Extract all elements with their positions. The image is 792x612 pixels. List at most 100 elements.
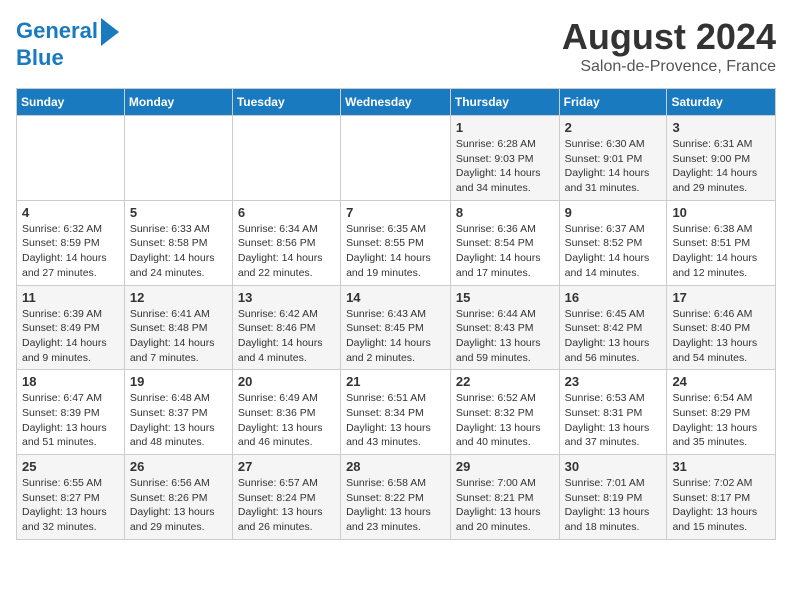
logo-text-line2: Blue bbox=[16, 46, 64, 70]
calendar-cell: 11 Sunrise: 6:39 AM Sunset: 8:49 PM Dayli… bbox=[17, 285, 125, 370]
weekday-header-row: SundayMondayTuesdayWednesdayThursdayFrid… bbox=[17, 89, 776, 116]
day-info: Sunrise: 6:37 AM Sunset: 8:52 PM Dayligh… bbox=[565, 222, 662, 281]
day-info: Sunrise: 6:51 AM Sunset: 8:34 PM Dayligh… bbox=[346, 391, 445, 450]
day-info: Sunrise: 6:31 AM Sunset: 9:00 PM Dayligh… bbox=[672, 137, 770, 196]
day-number: 9 bbox=[565, 205, 662, 220]
calendar-week-2: 11 Sunrise: 6:39 AM Sunset: 8:49 PM Dayli… bbox=[17, 285, 776, 370]
day-info: Sunrise: 6:56 AM Sunset: 8:26 PM Dayligh… bbox=[130, 476, 227, 535]
calendar-cell: 27Sunrise: 6:57 AM Sunset: 8:24 PM Dayli… bbox=[232, 455, 340, 540]
weekday-header-monday: Monday bbox=[124, 89, 232, 116]
calendar-cell: 8Sunrise: 6:36 AM Sunset: 8:54 PM Daylig… bbox=[450, 200, 559, 285]
calendar-cell: 12 Sunrise: 6:41 AM Sunset: 8:48 PM Dayli… bbox=[124, 285, 232, 370]
calendar-cell: 1 Sunrise: 6:28 AM Sunset: 9:03 PM Daylig… bbox=[450, 116, 559, 201]
calendar-body: 1 Sunrise: 6:28 AM Sunset: 9:03 PM Daylig… bbox=[17, 116, 776, 540]
calendar-cell bbox=[341, 116, 451, 201]
day-info: Sunrise: 6:58 AM Sunset: 8:22 PM Dayligh… bbox=[346, 476, 445, 535]
day-info: Sunrise: 6:55 AM Sunset: 8:27 PM Dayligh… bbox=[22, 476, 119, 535]
calendar-cell: 10Sunrise: 6:38 AM Sunset: 8:51 PM Dayli… bbox=[667, 200, 776, 285]
calendar-cell: 9 Sunrise: 6:37 AM Sunset: 8:52 PM Daylig… bbox=[559, 200, 667, 285]
day-number: 18 bbox=[22, 374, 119, 389]
day-info: Sunrise: 6:42 AM Sunset: 8:46 PM Dayligh… bbox=[238, 307, 335, 366]
day-info: Sunrise: 6:39 AM Sunset: 8:49 PM Dayligh… bbox=[22, 307, 119, 366]
day-number: 14 bbox=[346, 290, 445, 305]
day-number: 10 bbox=[672, 205, 770, 220]
day-number: 16 bbox=[565, 290, 662, 305]
day-number: 25 bbox=[22, 459, 119, 474]
day-number: 15 bbox=[456, 290, 554, 305]
day-number: 17 bbox=[672, 290, 770, 305]
calendar-cell: 3Sunrise: 6:31 AM Sunset: 9:00 PM Daylig… bbox=[667, 116, 776, 201]
day-number: 5 bbox=[130, 205, 227, 220]
calendar-cell: 17 Sunrise: 6:46 AM Sunset: 8:40 PM Dayli… bbox=[667, 285, 776, 370]
day-info: Sunrise: 7:00 AM Sunset: 8:21 PM Dayligh… bbox=[456, 476, 554, 535]
calendar-cell: 23 Sunrise: 6:53 AM Sunset: 8:31 PM Dayli… bbox=[559, 370, 667, 455]
day-number: 13 bbox=[238, 290, 335, 305]
day-number: 4 bbox=[22, 205, 119, 220]
calendar-cell: 29 Sunrise: 7:00 AM Sunset: 8:21 PM Dayli… bbox=[450, 455, 559, 540]
calendar-cell: 7Sunrise: 6:35 AM Sunset: 8:55 PM Daylig… bbox=[341, 200, 451, 285]
day-number: 30 bbox=[565, 459, 662, 474]
day-info: Sunrise: 6:54 AM Sunset: 8:29 PM Dayligh… bbox=[672, 391, 770, 450]
day-number: 19 bbox=[130, 374, 227, 389]
calendar-cell bbox=[124, 116, 232, 201]
day-number: 12 bbox=[130, 290, 227, 305]
calendar-cell: 14 Sunrise: 6:43 AM Sunset: 8:45 PM Dayli… bbox=[341, 285, 451, 370]
calendar-cell: 18 Sunrise: 6:47 AM Sunset: 8:39 PM Dayli… bbox=[17, 370, 125, 455]
day-info: Sunrise: 6:33 AM Sunset: 8:58 PM Dayligh… bbox=[130, 222, 227, 281]
day-number: 1 bbox=[456, 120, 554, 135]
day-number: 20 bbox=[238, 374, 335, 389]
calendar-week-3: 18 Sunrise: 6:47 AM Sunset: 8:39 PM Dayli… bbox=[17, 370, 776, 455]
calendar-week-4: 25 Sunrise: 6:55 AM Sunset: 8:27 PM Dayli… bbox=[17, 455, 776, 540]
calendar-cell: 4Sunrise: 6:32 AM Sunset: 8:59 PM Daylig… bbox=[17, 200, 125, 285]
calendar-cell: 22Sunrise: 6:52 AM Sunset: 8:32 PM Dayli… bbox=[450, 370, 559, 455]
calendar-cell: 21 Sunrise: 6:51 AM Sunset: 8:34 PM Dayli… bbox=[341, 370, 451, 455]
day-number: 26 bbox=[130, 459, 227, 474]
calendar-cell: 25 Sunrise: 6:55 AM Sunset: 8:27 PM Dayli… bbox=[17, 455, 125, 540]
calendar-cell: 5 Sunrise: 6:33 AM Sunset: 8:58 PM Daylig… bbox=[124, 200, 232, 285]
calendar-cell bbox=[17, 116, 125, 201]
logo-text-line1: General bbox=[16, 19, 98, 43]
day-info: Sunrise: 6:30 AM Sunset: 9:01 PM Dayligh… bbox=[565, 137, 662, 196]
calendar-cell: 6 Sunrise: 6:34 AM Sunset: 8:56 PM Daylig… bbox=[232, 200, 340, 285]
calendar-cell: 2 Sunrise: 6:30 AM Sunset: 9:01 PM Daylig… bbox=[559, 116, 667, 201]
day-number: 6 bbox=[238, 205, 335, 220]
day-info: Sunrise: 6:35 AM Sunset: 8:55 PM Dayligh… bbox=[346, 222, 445, 281]
calendar-week-0: 1 Sunrise: 6:28 AM Sunset: 9:03 PM Daylig… bbox=[17, 116, 776, 201]
calendar-cell: 30Sunrise: 7:01 AM Sunset: 8:19 PM Dayli… bbox=[559, 455, 667, 540]
day-number: 24 bbox=[672, 374, 770, 389]
day-info: Sunrise: 6:34 AM Sunset: 8:56 PM Dayligh… bbox=[238, 222, 335, 281]
weekday-header-saturday: Saturday bbox=[667, 89, 776, 116]
weekday-header-friday: Friday bbox=[559, 89, 667, 116]
day-number: 28 bbox=[346, 459, 445, 474]
calendar-cell: 26 Sunrise: 6:56 AM Sunset: 8:26 PM Dayli… bbox=[124, 455, 232, 540]
day-info: Sunrise: 7:02 AM Sunset: 8:17 PM Dayligh… bbox=[672, 476, 770, 535]
day-number: 31 bbox=[672, 459, 770, 474]
day-number: 2 bbox=[565, 120, 662, 135]
day-number: 8 bbox=[456, 205, 554, 220]
day-number: 11 bbox=[22, 290, 119, 305]
location-subtitle: Salon-de-Provence, France bbox=[562, 58, 776, 76]
day-number: 29 bbox=[456, 459, 554, 474]
day-info: Sunrise: 6:52 AM Sunset: 8:32 PM Dayligh… bbox=[456, 391, 554, 450]
calendar-cell: 15 Sunrise: 6:44 AM Sunset: 8:43 PM Dayli… bbox=[450, 285, 559, 370]
calendar-cell bbox=[232, 116, 340, 201]
calendar-table: SundayMondayTuesdayWednesdayThursdayFrid… bbox=[16, 88, 776, 540]
weekday-header-sunday: Sunday bbox=[17, 89, 125, 116]
day-info: Sunrise: 6:44 AM Sunset: 8:43 PM Dayligh… bbox=[456, 307, 554, 366]
day-info: Sunrise: 6:43 AM Sunset: 8:45 PM Dayligh… bbox=[346, 307, 445, 366]
month-title: August 2024 bbox=[562, 16, 776, 58]
day-number: 27 bbox=[238, 459, 335, 474]
logo-arrow-icon bbox=[101, 18, 119, 46]
day-info: Sunrise: 6:41 AM Sunset: 8:48 PM Dayligh… bbox=[130, 307, 227, 366]
day-number: 21 bbox=[346, 374, 445, 389]
weekday-header-wednesday: Wednesday bbox=[341, 89, 451, 116]
calendar-cell: 20Sunrise: 6:49 AM Sunset: 8:36 PM Dayli… bbox=[232, 370, 340, 455]
calendar-cell: 28 Sunrise: 6:58 AM Sunset: 8:22 PM Dayli… bbox=[341, 455, 451, 540]
calendar-cell: 24 Sunrise: 6:54 AM Sunset: 8:29 PM Dayli… bbox=[667, 370, 776, 455]
day-number: 23 bbox=[565, 374, 662, 389]
day-info: Sunrise: 6:53 AM Sunset: 8:31 PM Dayligh… bbox=[565, 391, 662, 450]
title-block: August 2024 Salon-de-Provence, France bbox=[562, 16, 776, 76]
day-info: Sunrise: 6:28 AM Sunset: 9:03 PM Dayligh… bbox=[456, 137, 554, 196]
day-info: Sunrise: 6:46 AM Sunset: 8:40 PM Dayligh… bbox=[672, 307, 770, 366]
day-info: Sunrise: 6:47 AM Sunset: 8:39 PM Dayligh… bbox=[22, 391, 119, 450]
